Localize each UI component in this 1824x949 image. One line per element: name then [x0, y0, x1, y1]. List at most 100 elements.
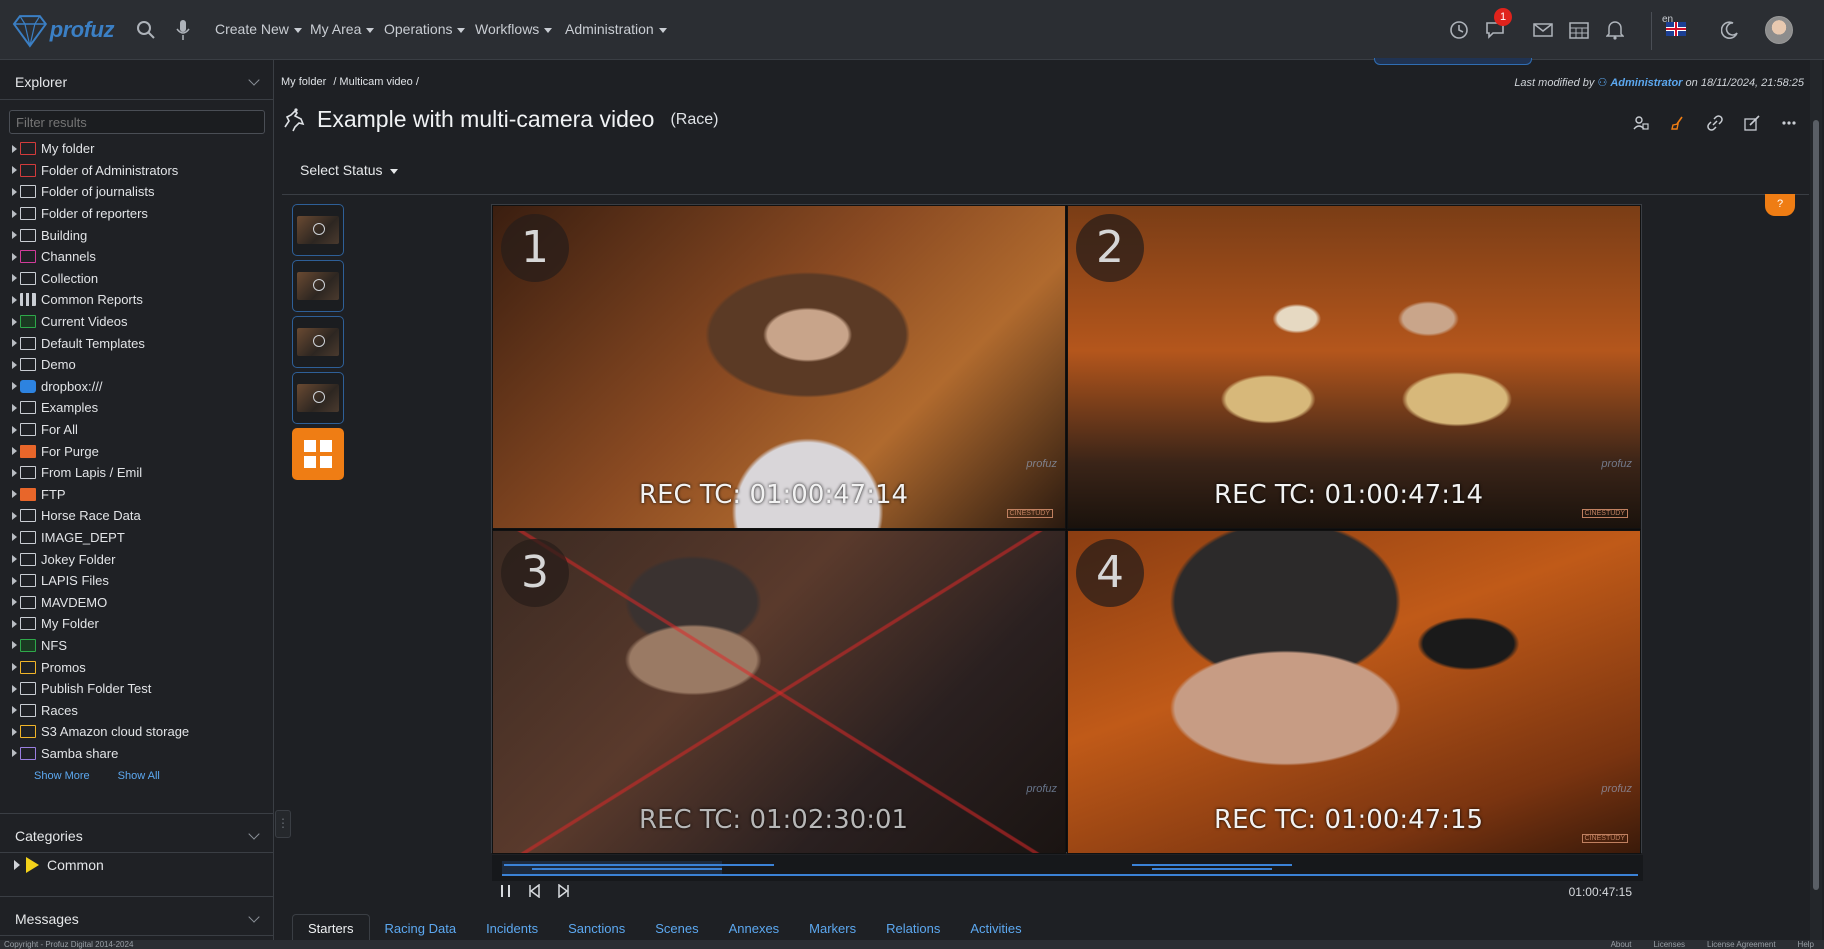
expand-arrow-icon[interactable]	[12, 684, 17, 693]
page-scrollbar[interactable]	[1810, 60, 1822, 940]
show-more-link[interactable]: Show More	[34, 770, 90, 782]
last-modified-user[interactable]: Administrator	[1610, 77, 1682, 89]
user-lock-icon[interactable]	[1632, 114, 1650, 132]
categories-header[interactable]: Categories	[0, 813, 274, 853]
expand-arrow-icon[interactable]	[12, 706, 17, 715]
expand-arrow-icon[interactable]	[12, 317, 17, 326]
camera-view-2[interactable]: 2 REC TC: 01:00:47:14 profuz CINESTUDY	[1067, 205, 1641, 529]
tab-incidents[interactable]: Incidents	[471, 915, 553, 942]
footer-link-licenses[interactable]: Licenses	[1653, 940, 1685, 949]
camera-thumbnail-4[interactable]	[292, 372, 344, 424]
tree-item-for-all[interactable]: For All	[12, 419, 268, 441]
expand-arrow-icon[interactable]	[14, 860, 20, 870]
theme-toggle-icon[interactable]	[1718, 18, 1742, 42]
scrollbar-thumb[interactable]	[1813, 120, 1819, 890]
calendar-icon[interactable]	[1567, 18, 1591, 42]
user-avatar[interactable]	[1765, 16, 1793, 44]
camera-view-1[interactable]: 1 REC TC: 01:00:47:14 profuz CINESTUDY	[492, 205, 1066, 529]
multicam-video-player[interactable]: 1 REC TC: 01:00:47:14 profuz CINESTUDY 2…	[491, 204, 1643, 881]
tree-item-demo[interactable]: Demo	[12, 354, 268, 376]
menu-administration[interactable]: Administration	[565, 21, 667, 37]
tree-item-channels[interactable]: Channels	[12, 246, 268, 268]
footer-link-help[interactable]: Help	[1798, 940, 1814, 949]
tree-item-my-folder-2[interactable]: My Folder	[12, 613, 268, 635]
explorer-header[interactable]: Explorer	[0, 60, 274, 100]
expand-arrow-icon[interactable]	[12, 555, 17, 564]
previous-frame-icon[interactable]	[526, 882, 544, 900]
help-button[interactable]: ?	[1765, 194, 1795, 216]
edit-icon[interactable]	[1743, 114, 1761, 132]
expand-arrow-icon[interactable]	[12, 339, 17, 348]
clean-brush-icon[interactable]	[1669, 114, 1687, 132]
tree-item-ftp[interactable]: FTP	[12, 484, 268, 506]
breadcrumb-my-folder[interactable]: My folder	[281, 76, 326, 88]
tree-item-from-lapis-emil[interactable]: From Lapis / Emil	[12, 462, 268, 484]
chevron-down-icon[interactable]	[248, 828, 260, 840]
tree-item-folder-of-administrators[interactable]: Folder of Administrators	[12, 160, 268, 182]
camera-thumbnail-2[interactable]	[292, 260, 344, 312]
expand-arrow-icon[interactable]	[12, 166, 17, 175]
tree-item-jokey-folder[interactable]: Jokey Folder	[12, 548, 268, 570]
sidebar-resize-handle[interactable]: ⋮	[275, 810, 291, 838]
expand-arrow-icon[interactable]	[12, 749, 17, 758]
pause-icon[interactable]	[497, 882, 515, 900]
tree-item-image-dept[interactable]: IMAGE_DEPT	[12, 527, 268, 549]
tab-sanctions[interactable]: Sanctions	[553, 915, 640, 942]
history-icon[interactable]	[1447, 18, 1471, 42]
expand-arrow-icon[interactable]	[12, 619, 17, 628]
tree-item-default-templates[interactable]: Default Templates	[12, 332, 268, 354]
next-frame-icon[interactable]	[554, 882, 572, 900]
chevron-down-icon[interactable]	[248, 911, 260, 923]
menu-my-area[interactable]: My Area	[310, 21, 374, 37]
show-all-link[interactable]: Show All	[118, 770, 160, 782]
tab-markers[interactable]: Markers	[794, 915, 871, 942]
tree-item-for-purge[interactable]: For Purge	[12, 440, 268, 462]
camera-view-4[interactable]: 4 REC TC: 01:00:47:15 profuz CINESTUDY	[1067, 530, 1641, 854]
expand-arrow-icon[interactable]	[12, 663, 17, 672]
tab-annexes[interactable]: Annexes	[714, 915, 795, 942]
expand-arrow-icon[interactable]	[12, 252, 17, 261]
tree-item-nfs[interactable]: NFS	[12, 635, 268, 657]
expand-arrow-icon[interactable]	[12, 641, 17, 650]
menu-workflows[interactable]: Workflows	[475, 21, 552, 37]
search-icon[interactable]	[134, 18, 158, 42]
grid-view-button[interactable]	[292, 428, 344, 480]
link-icon[interactable]	[1706, 114, 1724, 132]
tab-scenes[interactable]: Scenes	[640, 915, 713, 942]
tree-item-races[interactable]: Races	[12, 699, 268, 721]
tree-item-samba-share[interactable]: Samba share	[12, 743, 268, 765]
footer-link-about[interactable]: About	[1611, 940, 1632, 949]
tab-racing-data[interactable]: Racing Data	[370, 915, 472, 942]
timeline-track[interactable]	[502, 874, 1638, 876]
tree-item-horse-race-data[interactable]: Horse Race Data	[12, 505, 268, 527]
tab-relations[interactable]: Relations	[871, 915, 955, 942]
expand-arrow-icon[interactable]	[12, 231, 17, 240]
menu-create-new[interactable]: Create New	[215, 21, 302, 37]
filter-input[interactable]	[9, 110, 265, 134]
tree-item-folder-of-journalists[interactable]: Folder of journalists	[12, 181, 268, 203]
hidden-tab[interactable]	[1374, 58, 1532, 65]
expand-arrow-icon[interactable]	[12, 468, 17, 477]
expand-arrow-icon[interactable]	[12, 382, 17, 391]
expand-arrow-icon[interactable]	[12, 187, 17, 196]
uk-flag-icon[interactable]	[1666, 22, 1686, 36]
tree-item-publish-folder-test[interactable]: Publish Folder Test	[12, 678, 268, 700]
expand-arrow-icon[interactable]	[12, 533, 17, 542]
messages-header[interactable]: Messages	[0, 896, 274, 936]
expand-arrow-icon[interactable]	[12, 209, 17, 218]
tree-item-dropbox[interactable]: dropbox:///	[12, 376, 268, 398]
camera-view-3[interactable]: 3 REC TC: 01:02:30:01 profuz	[492, 530, 1066, 854]
tree-item-building[interactable]: Building	[12, 224, 268, 246]
tree-item-common-reports[interactable]: Common Reports	[12, 289, 268, 311]
expand-arrow-icon[interactable]	[12, 403, 17, 412]
expand-arrow-icon[interactable]	[12, 425, 17, 434]
expand-arrow-icon[interactable]	[12, 295, 17, 304]
tree-item-mavdemo[interactable]: MAVDEMO	[12, 591, 268, 613]
bell-icon[interactable]	[1603, 18, 1627, 42]
expand-arrow-icon[interactable]	[12, 144, 17, 153]
more-options-icon[interactable]	[1780, 114, 1798, 132]
expand-arrow-icon[interactable]	[12, 447, 17, 456]
menu-operations[interactable]: Operations	[384, 21, 465, 37]
profuz-logo[interactable]: profuz	[12, 10, 115, 50]
tree-item-examples[interactable]: Examples	[12, 397, 268, 419]
